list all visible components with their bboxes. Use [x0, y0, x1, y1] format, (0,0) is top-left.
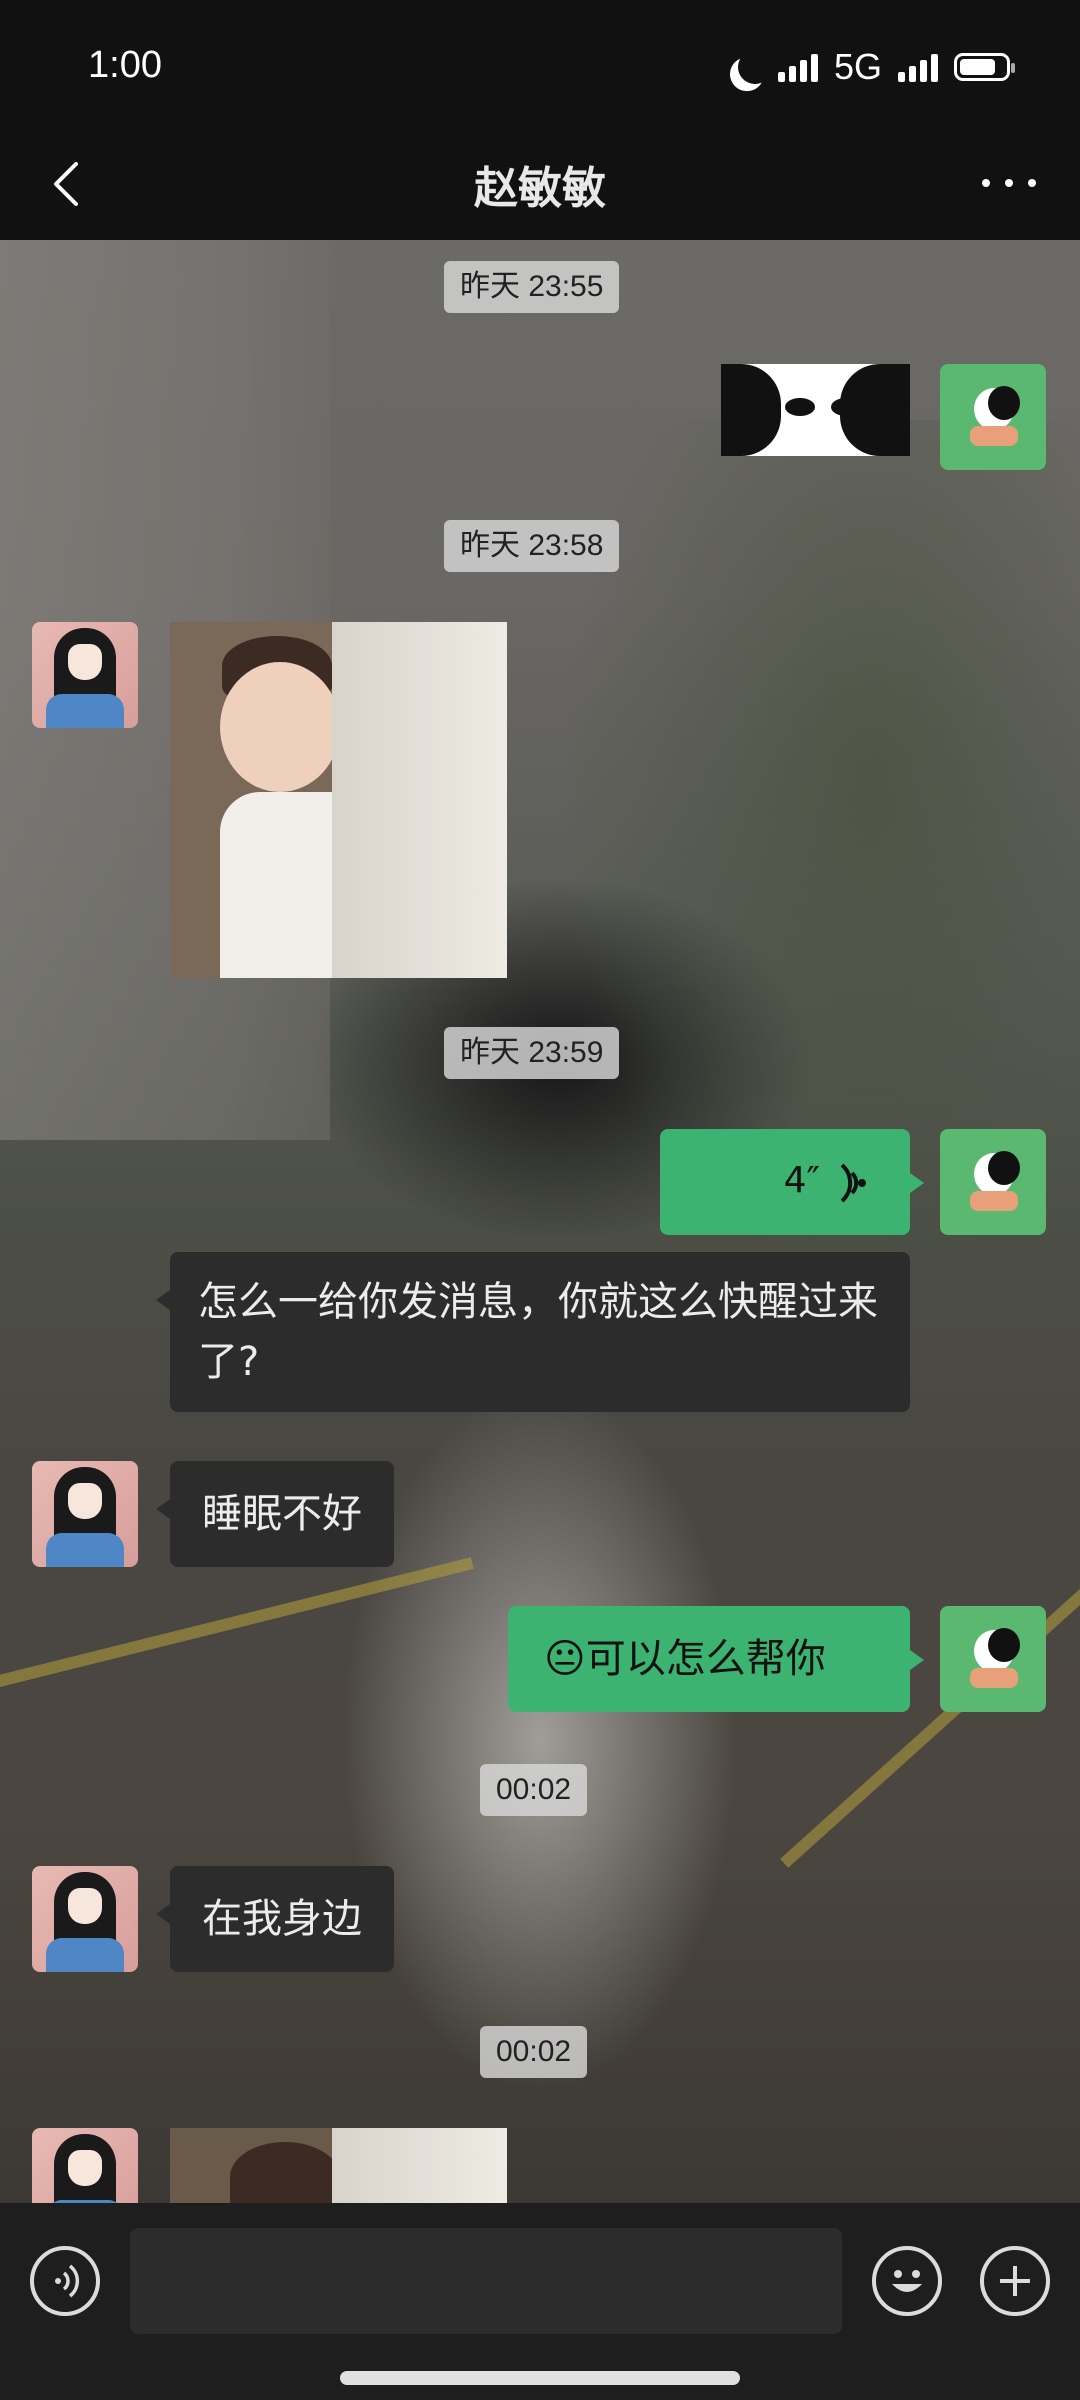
emoji-icon — [892, 2270, 922, 2292]
status-bar: 1:00 5G — [0, 0, 1080, 130]
signal-icon — [898, 52, 938, 82]
message-text: 怎么一给你发消息，你就这么快醒过来了? — [198, 1279, 878, 1385]
contact-avatar[interactable] — [32, 1461, 138, 1567]
signal-icon — [777, 52, 818, 82]
voice-message-bubble[interactable]: 4″ — [660, 1129, 924, 1235]
timestamp: 昨天 23:55 — [444, 261, 620, 313]
more-dots-icon — [981, 179, 990, 187]
more-button[interactable] — [974, 158, 1044, 208]
contact-avatar[interactable] — [32, 622, 138, 728]
network-label: 5G — [833, 46, 882, 87]
message-text: 睡眠不好 — [202, 1491, 362, 1537]
photo-message[interactable] — [170, 2128, 507, 2203]
battery-icon — [954, 53, 1015, 81]
chat-title: 赵敏敏 — [474, 163, 606, 214]
battery-level — [960, 59, 995, 75]
voice-input-button[interactable] — [30, 2246, 100, 2316]
timestamp: 昨天 23:59 — [444, 1027, 620, 1079]
chat-message-list[interactable]: 昨天 23:55 昨天 23:58 昨天 23:59 4″ 怎么一给你发消息，你… — [0, 240, 1080, 2203]
plus-button[interactable] — [980, 2246, 1050, 2316]
message-text: 在我身边 — [202, 1896, 362, 1942]
my-avatar[interactable] — [940, 364, 1046, 470]
chat-header: 赵敏敏 — [0, 130, 1080, 240]
message-text-bubble[interactable]: 在我身边 — [156, 1866, 394, 1972]
my-avatar[interactable] — [940, 1606, 1046, 1712]
timestamp: 昨天 23:58 — [444, 520, 620, 572]
voice-wave-icon — [840, 1163, 866, 1203]
contact-avatar[interactable] — [32, 1866, 138, 1972]
status-icons: 5G — [728, 45, 1015, 89]
photo-message[interactable] — [170, 622, 507, 978]
status-time: 1:00 — [88, 44, 162, 86]
voice-duration: 4″ — [783, 1160, 820, 1201]
voice-input-icon — [55, 2264, 80, 2298]
message-text: 可以怎么帮你 — [585, 1636, 826, 1682]
timestamp: 00:02 — [480, 2026, 588, 2078]
message-input[interactable] — [130, 2228, 842, 2334]
timestamp: 00:02 — [480, 1764, 588, 1816]
moon-icon — [733, 45, 777, 89]
contact-avatar[interactable] — [32, 2128, 138, 2203]
home-indicator[interactable] — [340, 2371, 740, 2385]
neutral-face-emoji-icon: 😐 — [544, 1636, 586, 1682]
sticker-image[interactable] — [721, 364, 910, 456]
plus-icon — [1000, 2266, 1030, 2296]
message-text-bubble[interactable]: 怎么一给你发消息，你就这么快醒过来了? — [156, 1252, 910, 1412]
emoji-button[interactable] — [872, 2246, 942, 2316]
background-line — [0, 1557, 474, 1695]
my-avatar[interactable] — [940, 1129, 1046, 1235]
message-text-bubble[interactable]: 😐可以怎么帮你 — [508, 1606, 924, 1712]
message-text-bubble[interactable]: 睡眠不好 — [156, 1461, 394, 1567]
